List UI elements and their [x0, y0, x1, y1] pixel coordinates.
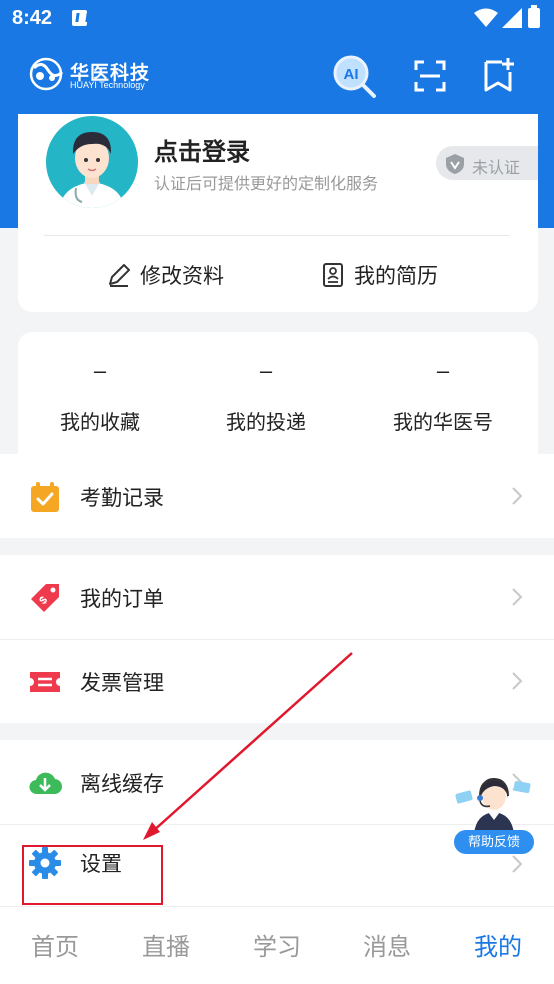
tab-home[interactable]: 首页: [0, 927, 110, 962]
wifi-icon: [474, 8, 498, 27]
login-subtitle: 认证后可提供更好的定制化服务: [154, 176, 379, 193]
stats-card: – 我的收藏 – 我的投递 – 我的华医号: [18, 332, 538, 454]
menu-label-orders: 我的订单: [80, 588, 164, 611]
menu-label-invoice: 发票管理: [80, 672, 164, 695]
bookmark-add-icon: [484, 58, 514, 92]
login-title[interactable]: 点击登录: [154, 132, 250, 167]
resume-icon: [323, 263, 343, 287]
menu-section-attendance: 考勤记录: [0, 454, 554, 538]
ai-search-icon: AI: [333, 55, 376, 98]
stat-applications-value: –: [259, 358, 273, 383]
status-time: 8:42: [12, 7, 53, 29]
menu-item-invoice[interactable]: 发票管理: [0, 639, 554, 723]
profile-card: 点击登录 认证后可提供更好的定制化服务 未认证 修改资料 我的简历: [18, 114, 538, 312]
edit-pencil-icon: [109, 264, 130, 287]
signal-icon: [502, 8, 522, 28]
annotation-highlight-box: [22, 845, 163, 905]
stat-huayi-id-value: –: [436, 358, 450, 383]
notification-icon: [72, 10, 87, 26]
menu-item-orders[interactable]: $ 我的订单: [0, 555, 554, 639]
add-bookmark-button[interactable]: [478, 56, 524, 102]
tab-study[interactable]: 学习: [222, 927, 332, 962]
scan-icon: [414, 60, 446, 92]
chevron-right-icon: [512, 855, 523, 873]
verify-status-label: 未认证: [472, 160, 521, 177]
help-feedback-button[interactable]: 帮助反馈: [452, 768, 536, 856]
stat-huayi-id-label: 我的华医号: [393, 412, 493, 434]
verify-status-badge[interactable]: 未认证: [436, 146, 538, 180]
price-tag-icon: $: [31, 584, 59, 612]
chevron-right-icon: [512, 487, 523, 505]
customer-service-icon: [455, 778, 531, 834]
edit-profile-label: 修改资料: [140, 265, 224, 288]
menu-item-attendance[interactable]: 考勤记录: [0, 454, 554, 538]
cloud-download-icon: [29, 772, 62, 795]
stat-favorites-value: –: [93, 358, 107, 383]
my-resume-button[interactable]: 我的简历: [320, 258, 470, 292]
chevron-right-icon: [512, 672, 523, 690]
doctor-avatar-icon: [60, 132, 124, 208]
divider: [44, 235, 510, 236]
help-feedback-label: 帮助反馈: [454, 830, 534, 854]
menu-label-attendance: 考勤记录: [80, 487, 164, 510]
tab-messages[interactable]: 消息: [332, 927, 442, 962]
ticket-icon: [30, 672, 60, 692]
battery-icon: [528, 5, 540, 28]
calendar-check-icon: [31, 482, 59, 512]
svg-text:AI: AI: [344, 66, 359, 83]
tab-live[interactable]: 直播: [111, 927, 221, 962]
edit-profile-button[interactable]: 修改资料: [106, 258, 256, 292]
stat-applications-label: 我的投递: [226, 412, 306, 434]
status-bar: 8:42: [0, 0, 554, 38]
chevron-right-icon: [512, 588, 523, 606]
logo-mark-icon: [29, 57, 64, 91]
bottom-tab-bar: 首页 直播 学习 消息 我的: [0, 906, 554, 984]
logo-text-en: HUAYI Technology: [70, 80, 145, 90]
verified-shield-icon: [446, 154, 464, 174]
menu-label-offline-cache: 离线缓存: [80, 773, 164, 796]
tab-mine[interactable]: 我的: [443, 927, 553, 962]
stat-favorites-label: 我的收藏: [60, 412, 140, 434]
scan-button[interactable]: [410, 56, 456, 102]
avatar[interactable]: [46, 116, 138, 208]
ai-assistant-button[interactable]: AI: [332, 54, 378, 100]
my-resume-label: 我的简历: [354, 265, 438, 288]
menu-section-orders: $ 我的订单 发票管理: [0, 555, 554, 723]
